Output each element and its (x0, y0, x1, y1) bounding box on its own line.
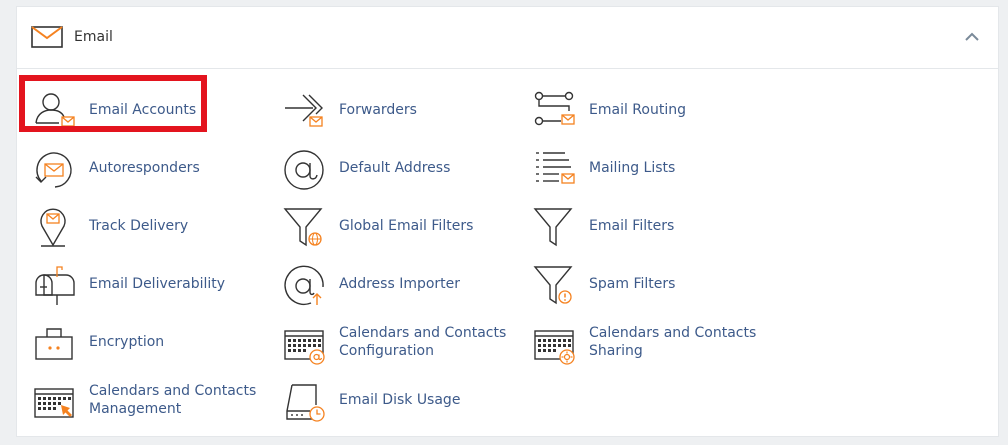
mailing-list-icon (533, 149, 575, 191)
email-section-panel: Email Email Accounts Forwarders Email Ro… (16, 6, 999, 437)
calendar-manage-icon (33, 381, 75, 423)
item-email-accounts[interactable]: Email Accounts (17, 84, 257, 136)
item-calendars-contacts-management[interactable]: Calendars and Contacts Management (17, 374, 257, 426)
item-label[interactable]: Track Delivery (89, 200, 264, 252)
item-forwarders[interactable]: Forwarders (267, 84, 507, 136)
item-label[interactable]: Calendars and Contacts Sharing (589, 316, 764, 368)
mailbox-icon (33, 265, 75, 307)
at-import-icon (283, 265, 325, 307)
item-label[interactable]: Global Email Filters (339, 200, 514, 252)
item-label[interactable]: Encryption (89, 316, 264, 368)
item-label[interactable]: Address Importer (339, 258, 514, 310)
item-spam-filters[interactable]: Spam Filters (517, 258, 757, 310)
at-sign-icon (283, 149, 325, 191)
briefcase-icon (33, 323, 75, 365)
envelope-icon (31, 25, 63, 49)
item-label[interactable]: Spam Filters (589, 258, 764, 310)
item-label[interactable]: Default Address (339, 142, 514, 194)
item-encryption[interactable]: Encryption (17, 316, 257, 368)
item-label[interactable]: Email Accounts (89, 84, 264, 136)
item-label[interactable]: Email Routing (589, 84, 764, 136)
forward-arrows-icon (283, 91, 325, 133)
collapse-button[interactable] (960, 25, 984, 49)
calendar-at-icon (283, 323, 325, 365)
item-email-routing[interactable]: Email Routing (517, 84, 757, 136)
global-filter-icon (283, 207, 325, 249)
item-email-filters[interactable]: Email Filters (517, 200, 757, 252)
chevron-up-icon (965, 32, 979, 41)
item-address-importer[interactable]: Address Importer (267, 258, 507, 310)
item-email-disk-usage[interactable]: Email Disk Usage (267, 374, 507, 426)
section-title: Email (74, 29, 113, 45)
item-label[interactable]: Email Filters (589, 200, 764, 252)
disk-usage-icon (283, 381, 325, 423)
item-calendars-contacts-configuration[interactable]: Calendars and Contacts Configuration (267, 316, 507, 368)
autoresponder-icon (33, 149, 75, 191)
item-label[interactable]: Email Deliverability (89, 258, 264, 310)
item-label[interactable]: Mailing Lists (589, 142, 764, 194)
item-global-email-filters[interactable]: Global Email Filters (267, 200, 507, 252)
item-label[interactable]: Forwarders (339, 84, 514, 136)
user-mail-icon (33, 91, 75, 133)
routing-icon (533, 91, 575, 133)
location-pin-icon (33, 207, 75, 249)
item-track-delivery[interactable]: Track Delivery (17, 200, 257, 252)
item-default-address[interactable]: Default Address (267, 142, 507, 194)
item-calendars-contacts-sharing[interactable]: Calendars and Contacts Sharing (517, 316, 757, 368)
item-label[interactable]: Calendars and Contacts Configuration (339, 316, 514, 368)
item-label[interactable]: Calendars and Contacts Management (89, 374, 264, 426)
calendar-share-icon (533, 323, 575, 365)
item-label[interactable]: Email Disk Usage (339, 374, 514, 426)
item-email-deliverability[interactable]: Email Deliverability (17, 258, 257, 310)
spam-filter-icon (533, 265, 575, 307)
funnel-icon (533, 207, 575, 249)
email-tools-grid: Email Accounts Forwarders Email Routing … (17, 69, 998, 437)
item-label[interactable]: Autoresponders (89, 142, 264, 194)
item-autoresponders[interactable]: Autoresponders (17, 142, 257, 194)
item-mailing-lists[interactable]: Mailing Lists (517, 142, 757, 194)
section-header[interactable]: Email (17, 7, 998, 69)
